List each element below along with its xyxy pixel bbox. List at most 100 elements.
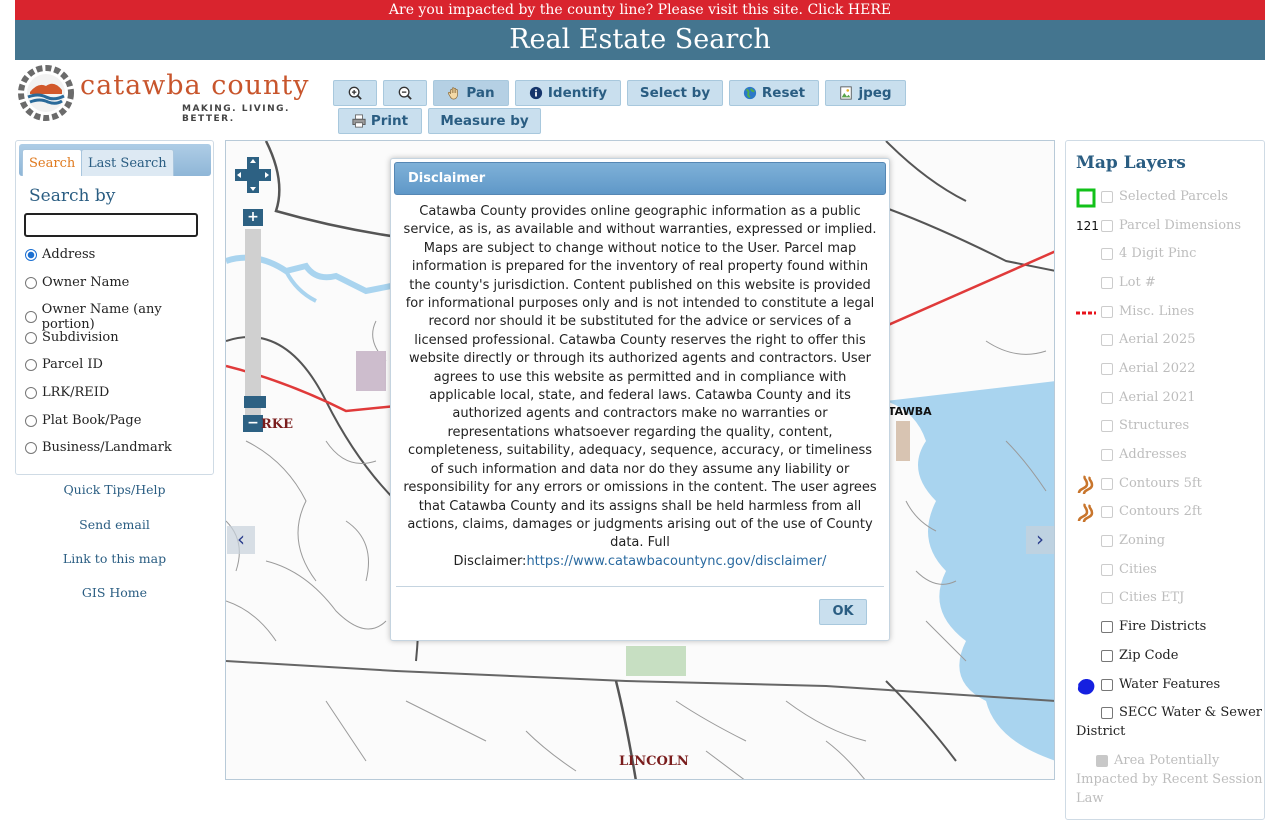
layer-label: Aerial 2021 <box>1119 390 1196 405</box>
radio-label: Owner Name (any portion) <box>41 302 162 332</box>
printer-icon <box>352 114 366 128</box>
image-file-icon <box>840 86 853 100</box>
radio-owner-name-any[interactable]: Owner Name (any portion) <box>25 302 213 332</box>
tab-search[interactable]: Search <box>22 149 83 176</box>
select-by-button[interactable]: Select by <box>627 80 723 106</box>
radio-lrk-reid[interactable]: LRK/REID <box>25 385 109 400</box>
catawba-county-logo[interactable]: catawba county MAKING. LIVING. BETTER. <box>18 64 323 124</box>
layer-checkbox[interactable] <box>1101 392 1113 404</box>
layer-label: Zoning <box>1119 533 1166 548</box>
layer-checkbox[interactable] <box>1101 306 1113 318</box>
radio-button[interactable] <box>25 414 37 427</box>
link-gis-home[interactable]: GIS Home <box>15 585 214 600</box>
radio-button[interactable] <box>25 386 37 399</box>
layer-label: Zip Code <box>1119 648 1179 663</box>
zoom-in-button[interactable] <box>333 80 377 106</box>
radio-button-selected[interactable] <box>25 248 37 261</box>
radio-plat-book[interactable]: Plat Book/Page <box>25 413 141 428</box>
layer-checkbox[interactable] <box>1101 449 1113 461</box>
pan-button[interactable]: Pan <box>433 80 509 106</box>
jpeg-button[interactable]: jpeg <box>825 80 906 106</box>
dialog-title: Disclaimer <box>394 162 886 195</box>
layer-checkbox[interactable] <box>1101 334 1113 346</box>
map-label-catawba: TAWBA <box>888 405 932 418</box>
parcel-dimension-symbol: 121 <box>1076 219 1099 233</box>
layer-label: Contours 2ft <box>1119 504 1202 519</box>
map-layers-title: Map Layers <box>1076 153 1186 173</box>
ok-button[interactable]: OK <box>819 599 867 625</box>
layer-label: 4 Digit Pinc <box>1119 246 1197 261</box>
layer-checkbox[interactable] <box>1101 621 1113 633</box>
zoom-out-button[interactable] <box>383 80 427 106</box>
info-icon <box>529 86 543 100</box>
zoom-handle[interactable] <box>244 396 266 408</box>
radio-button[interactable] <box>25 358 37 371</box>
layer-checkbox[interactable] <box>1101 248 1113 260</box>
layer-label: Aerial 2022 <box>1119 361 1196 376</box>
pan-right-arrow[interactable]: › <box>1026 526 1054 554</box>
radio-button[interactable] <box>25 276 37 289</box>
radio-owner-name[interactable]: Owner Name <box>25 275 129 290</box>
pan-navigator[interactable] <box>235 157 271 193</box>
contour-lines-icon <box>1077 475 1094 495</box>
map-zoom-out-button[interactable]: − <box>243 415 263 432</box>
pan-arrows-icon <box>235 157 271 193</box>
layer-checkbox[interactable] <box>1101 535 1113 547</box>
zoom-slider[interactable]: + − <box>243 209 266 433</box>
search-input[interactable] <box>24 213 198 237</box>
radio-button[interactable] <box>25 311 37 323</box>
link-send-email[interactable]: Send email <box>15 517 214 532</box>
zoom-in-icon <box>348 86 362 100</box>
search-tabs: Search Last Search <box>19 144 211 176</box>
link-quick-tips[interactable]: Quick Tips/Help <box>15 482 214 497</box>
search-by-heading: Search by <box>29 186 116 206</box>
layer-secc-water-sewer[interactable]: SECC Water & Sewer District <box>1076 704 1262 744</box>
layer-checkbox[interactable] <box>1101 220 1113 232</box>
reset-label: Reset <box>761 85 806 101</box>
radio-address[interactable]: Address <box>25 247 95 262</box>
red-dashed-line-icon <box>1076 311 1096 315</box>
layer-checkbox[interactable] <box>1101 506 1113 518</box>
measure-by-button[interactable]: Measure by <box>428 108 541 134</box>
link-to-map[interactable]: Link to this map <box>15 551 214 566</box>
radio-button[interactable] <box>25 441 37 454</box>
layer-checkbox[interactable] <box>1101 191 1113 203</box>
radio-label: Business/Landmark <box>42 440 172 455</box>
layer-checkbox-checked[interactable] <box>1096 755 1108 767</box>
layer-checkbox[interactable] <box>1101 707 1113 719</box>
layer-label: Area Potentially <box>1114 753 1220 768</box>
zoom-track[interactable] <box>244 229 266 415</box>
radio-subdivision[interactable]: Subdivision <box>25 330 119 345</box>
radio-parcel-id[interactable]: Parcel ID <box>25 357 103 372</box>
layer-label-line2: District <box>1076 724 1126 739</box>
layer-checkbox[interactable] <box>1101 363 1113 375</box>
layer-checkbox[interactable] <box>1101 679 1113 691</box>
print-button[interactable]: Print <box>338 108 422 134</box>
pan-label: Pan <box>466 85 495 101</box>
disclaimer-link[interactable]: https://www.catawbacountync.gov/disclaim… <box>526 554 826 569</box>
map-zoom-in-button[interactable]: + <box>243 209 263 226</box>
radio-button[interactable] <box>25 331 37 344</box>
county-line-banner[interactable]: Are you impacted by the county line? Ple… <box>15 0 1265 20</box>
contour-lines-icon <box>1077 503 1094 523</box>
county-seal-icon <box>18 65 74 121</box>
radio-business-landmark[interactable]: Business/Landmark <box>25 440 172 455</box>
layer-label: Cities <box>1119 562 1157 577</box>
layer-checkbox[interactable] <box>1101 277 1113 289</box>
map-layers-panel: Map Layers Selected Parcels 121 Parcel D… <box>1065 140 1265 820</box>
layer-checkbox[interactable] <box>1101 650 1113 662</box>
reset-button[interactable]: Reset <box>729 80 819 106</box>
select-by-label: Select by <box>639 85 711 101</box>
identify-button[interactable]: Identify <box>515 80 621 106</box>
radio-label: Parcel ID <box>42 357 103 372</box>
banner-here-link[interactable]: HERE <box>848 2 891 18</box>
jpeg-label: jpeg <box>858 85 892 101</box>
layer-label: SECC Water & Sewer <box>1119 705 1263 720</box>
layer-checkbox[interactable] <box>1101 592 1113 604</box>
layer-checkbox[interactable] <box>1101 420 1113 432</box>
pan-left-arrow[interactable]: ‹ <box>227 526 255 554</box>
tab-last-search[interactable]: Last Search <box>81 149 174 176</box>
layer-checkbox[interactable] <box>1101 478 1113 490</box>
layer-area-potentially-impacted[interactable]: Area Potentially Impacted by Recent Sess… <box>1076 752 1262 812</box>
layer-checkbox[interactable] <box>1101 564 1113 576</box>
